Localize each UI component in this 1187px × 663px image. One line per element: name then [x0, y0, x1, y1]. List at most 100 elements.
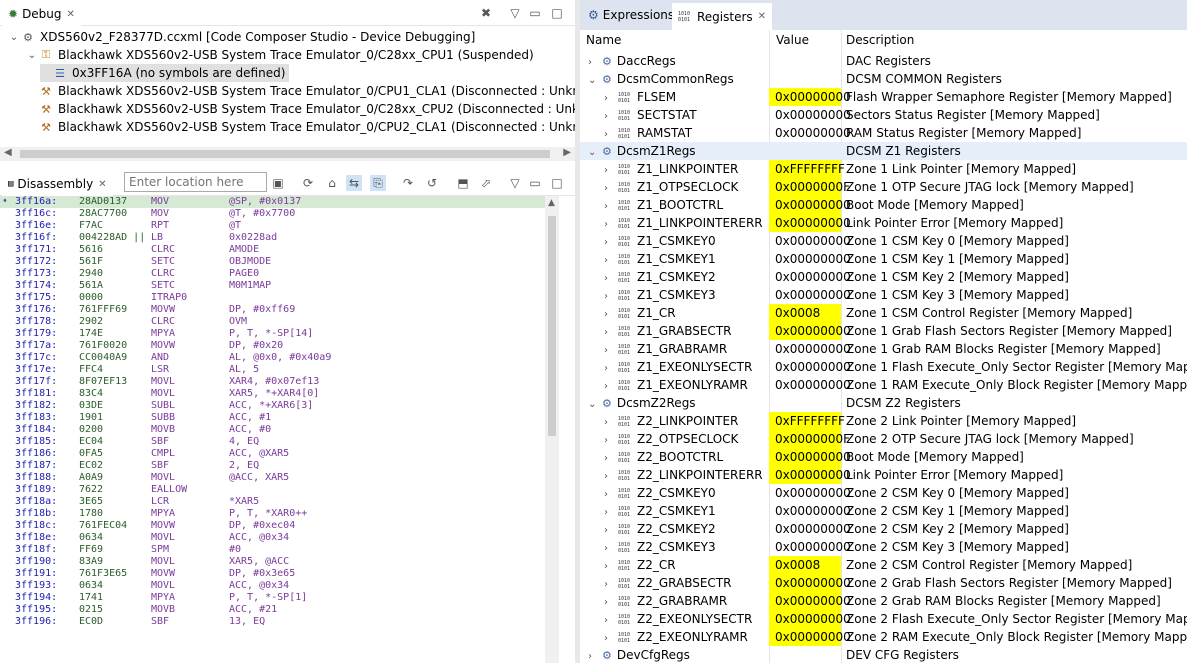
register-value[interactable]: 0x00000000	[769, 286, 851, 304]
disassembly-row[interactable]: 3ff18c: 761FEC04 MOVW DP, #0xec04	[0, 520, 545, 532]
register-row[interactable]: › 1010 0101 Z1_LINKPOINTERERR 0x00000000 Link…	[580, 214, 1187, 232]
debug-tree-item[interactable]: ⌄ ⚙ XDS560v2_F28377D.ccxml [Code Composer …	[8, 28, 476, 46]
disassembly-row[interactable]: 3ff183: 1901 SUBB ACC, #1	[0, 412, 545, 424]
refresh-icon[interactable]: ⟳	[300, 175, 316, 191]
register-value[interactable]: 0x0008	[769, 304, 841, 322]
register-value[interactable]	[769, 394, 841, 412]
tab-debug[interactable]: ✹ Debug ✕	[2, 2, 81, 26]
pin-icon[interactable]: ⬀	[478, 175, 494, 191]
disassembly-row[interactable]: 3ff17a: 761F0020 MOVW DP, #0x20	[0, 340, 545, 352]
disassembly-row[interactable]: 3ff186: 0FA5 CMPL ACC, @XAR5	[0, 448, 545, 460]
register-row[interactable]: › 1010 0101 FLSEM 0x00000000 Flash Wrapper Se…	[580, 88, 1187, 106]
disassembly-row[interactable]: 3ff171: 5616 CLRC AMODE	[0, 244, 545, 256]
disassembly-row[interactable]: 3ff18e: 0634 MOVL ACC, @0x34	[0, 532, 545, 544]
register-group-row[interactable]: ⌄ ⚙ DcsmCommonRegs DCSM COMMON Registers	[580, 70, 1187, 88]
register-value[interactable]: 0x0000000F	[769, 178, 850, 196]
register-row[interactable]: › 1010 0101 Z2_LINKPOINTERERR 0x00000000 Link…	[580, 466, 1187, 484]
disassembly-row[interactable]: 3ff176: 761FFF69 MOVW DP, #0xff69	[0, 304, 545, 316]
register-value[interactable]: 0x00000000	[769, 106, 851, 124]
register-row[interactable]: › 1010 0101 Z2_CSMKEY3 0x00000000 Zone 2 CSM …	[580, 538, 1187, 556]
new-view-icon[interactable]: ⬒	[455, 175, 471, 191]
register-value[interactable]: 0x00000000	[769, 124, 851, 142]
disassembly-row[interactable]: 3ff184: 0200 MOVB ACC, #0	[0, 424, 545, 436]
disassembly-row[interactable]: 3ff174: 561A SETC M0M1MAP	[0, 280, 545, 292]
register-row[interactable]: › 1010 0101 Z1_EXEONLYRAMR 0x00000000 Zone 1 …	[580, 376, 1187, 394]
register-value[interactable]	[769, 52, 841, 70]
disassembly-row[interactable]: 3ff16f: 004228AD || LB 0x0228ad	[0, 232, 545, 244]
register-value[interactable]: 0x00000000	[769, 502, 851, 520]
register-row[interactable]: › 1010 0101 SECTSTAT 0x00000000 Sectors Statu…	[580, 106, 1187, 124]
register-row[interactable]: › 1010 0101 Z2_CSMKEY0 0x00000000 Zone 2 CSM …	[580, 484, 1187, 502]
disassembly-row[interactable]: 3ff195: 0215 MOVB ACC, #21	[0, 604, 545, 616]
chevron-down-icon[interactable]: ⌄	[8, 32, 20, 43]
register-value[interactable]: 0x00000000	[769, 610, 851, 628]
register-row[interactable]: › 1010 0101 Z2_GRABRAMR 0x00000000 Zone 2 Gra…	[580, 592, 1187, 610]
chevron-right-icon[interactable]: ›	[588, 648, 602, 663]
disassembly-row[interactable]: 3ff18f: FF69 SPM #0	[0, 544, 545, 556]
register-value[interactable]: 0x00000000	[769, 484, 851, 502]
close-icon[interactable]: ✕	[67, 9, 75, 20]
register-row[interactable]: › 1010 0101 Z2_GRABSECTR 0x00000000 Zone 2 Gr…	[580, 574, 1187, 592]
disassembly-row[interactable]: 3ff17e: FFC4 LSR AL, 5	[0, 364, 545, 376]
register-row[interactable]: › 1010 0101 Z1_CSMKEY0 0x00000000 Zone 1 CSM …	[580, 232, 1187, 250]
debug-tree-item[interactable]: ⚒ Blackhawk XDS560v2-USB System Trace Emu…	[26, 100, 575, 118]
register-value[interactable]	[769, 646, 841, 663]
disassembly-row[interactable]: 3ff188: A0A9 MOVL @ACC, XAR5	[0, 472, 545, 484]
register-row[interactable]: › 1010 0101 Z1_CSMKEY2 0x00000000 Zone 1 CSM …	[580, 268, 1187, 286]
step-into-icon[interactable]: ↺	[424, 175, 440, 191]
register-value[interactable]: 0x0008	[769, 556, 841, 574]
disassembly-row[interactable]: 3ff187: EC02 SBF 2, EQ	[0, 460, 545, 472]
maximize-icon[interactable]: □	[549, 5, 565, 21]
disassembly-row[interactable]: 3ff175: 0000 ITRAP0	[0, 292, 545, 304]
register-row[interactable]: › 1010 0101 Z2_LINKPOINTER 0xFFFFFFFF Zone 2 …	[580, 412, 1187, 430]
disassembly-row[interactable]: 3ff16e: F7AC RPT @T	[0, 220, 545, 232]
remove-all-terminated-icon[interactable]: ✖	[478, 5, 494, 21]
go-to-location-icon[interactable]: ▣	[270, 175, 286, 191]
disassembly-row[interactable]: 3ff191: 761F3E65 MOVW DP, #0x3e65	[0, 568, 545, 580]
register-row[interactable]: › 1010 0101 Z1_CSMKEY1 0x00000000 Zone 1 CSM …	[580, 250, 1187, 268]
disassembly-row[interactable]: 3ff190: 83A9 MOVL XAR5, @ACC	[0, 556, 545, 568]
register-row[interactable]: › 1010 0101 Z2_EXEONLYSECTR 0x00000000 Zone 2…	[580, 610, 1187, 628]
disassembly-row[interactable]: 3ff194: 1741 MPYA P, T, *-SP[1]	[0, 592, 545, 604]
register-value[interactable]: 0x00000000	[769, 232, 851, 250]
debug-tree-item[interactable]: ⚒ Blackhawk XDS560v2-USB System Trace Emu…	[26, 118, 575, 136]
column-header-value[interactable]: Value	[776, 33, 809, 47]
register-value[interactable]	[769, 70, 841, 88]
disassembly-row[interactable]: 3ff16c: 28AC7700 MOV @T, #0x7700	[0, 208, 545, 220]
column-header-description[interactable]: Description	[846, 33, 914, 47]
register-group-row[interactable]: › ⚙ DaccRegs DAC Registers	[580, 52, 1187, 70]
disassembly-row[interactable]: 3ff189: 7622 EALLOW	[0, 484, 545, 496]
link-with-debug-icon[interactable]: ⇆	[346, 175, 362, 191]
debug-tree-item[interactable]: ⚒ Blackhawk XDS560v2-USB System Trace Emu…	[26, 82, 575, 100]
register-row[interactable]: › 1010 0101 Z2_EXEONLYRAMR 0x00000000 Zone 2 …	[580, 628, 1187, 646]
register-value[interactable]: 0x00000000	[769, 250, 851, 268]
register-value[interactable]: 0x00000000	[769, 448, 851, 466]
register-value[interactable]: 0x00000000	[769, 322, 851, 340]
horizontal-scrollbar[interactable]: ◀ ▶	[0, 147, 575, 161]
close-icon[interactable]: ✕	[98, 179, 106, 190]
register-value[interactable]: 0x00000000	[769, 340, 851, 358]
disassembly-row[interactable]: 3ff181: 83C4 MOVL XAR5, *+XAR4[0]	[0, 388, 545, 400]
debug-tree-item[interactable]: ☰ 0x3FF16A (no symbols are defined)	[40, 64, 290, 82]
maximize-icon[interactable]: □	[549, 175, 565, 191]
minimize-icon[interactable]: ▭	[527, 175, 543, 191]
tab-expressions[interactable]: ⚙ Expressions	[582, 3, 680, 27]
disassembly-row[interactable]: 3ff17f: 8F07EF13 MOVL XAR4, #0x07ef13	[0, 376, 545, 388]
register-row[interactable]: › 1010 0101 Z1_GRABRAMR 0x00000000 Zone 1 Gra…	[580, 340, 1187, 358]
disassembly-row[interactable]: 3ff178: 2902 CLRC OVM	[0, 316, 545, 328]
disassembly-row[interactable]: 3ff18a: 3E65 LCR *XAR5	[0, 496, 545, 508]
register-value[interactable]: 0x00000000	[769, 628, 851, 646]
register-value[interactable]: 0x00000000	[769, 538, 851, 556]
disassembly-listing[interactable]: ➧ 3ff16a: 28AD0137 MOV @SP, #0x0137 3ff16c: 28…	[0, 196, 545, 628]
register-row[interactable]: › 1010 0101 Z1_CR 0x0008 Zone 1 CSM Control R…	[580, 304, 1187, 322]
scrollbar-thumb[interactable]	[20, 150, 550, 158]
register-value[interactable]: 0x00000000	[769, 88, 851, 106]
register-value[interactable]: 0x00000000	[769, 196, 851, 214]
disassembly-row[interactable]: 3ff196: EC0D SBF 13, EQ	[0, 616, 545, 628]
register-value[interactable]: 0xFFFFFFFF	[769, 412, 845, 430]
register-value[interactable]: 0x00000000	[769, 214, 851, 232]
register-value[interactable]: 0x00000000	[769, 268, 851, 286]
chevron-down-icon[interactable]: ⌄	[26, 50, 38, 61]
tab-registers[interactable]: 1010 0101 Registers ✕	[672, 3, 773, 30]
disassembly-row[interactable]: 3ff173: 2940 CLRC PAGE0	[0, 268, 545, 280]
